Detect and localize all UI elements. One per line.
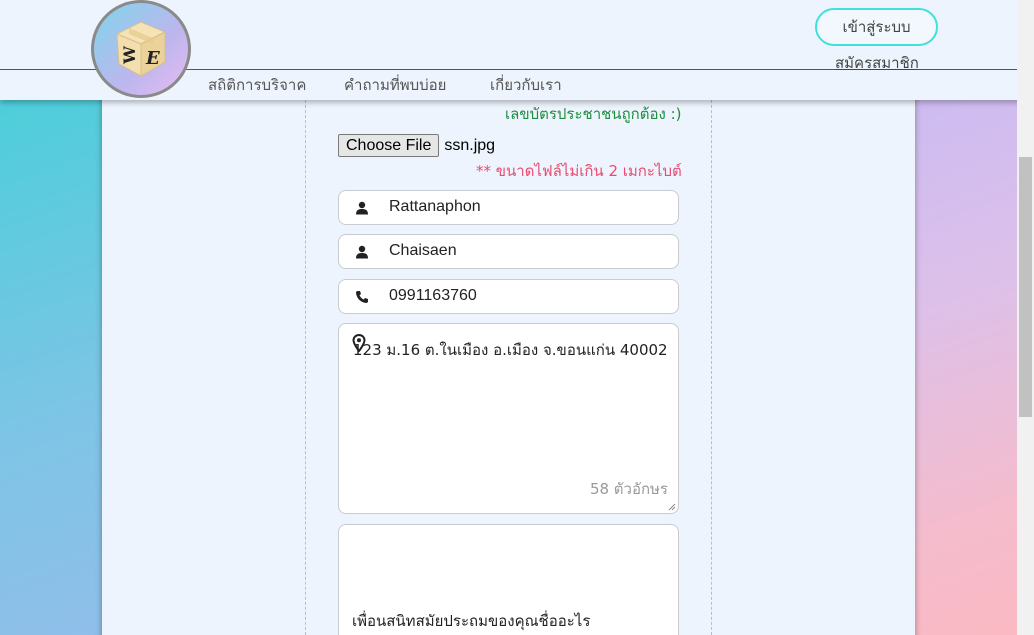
security-question-select[interactable]: เพื่อนสนิทสมัยประถมของคุณชื่ออะไร (338, 524, 679, 635)
box-logo-icon: W E (115, 21, 167, 77)
phone-icon (356, 291, 368, 303)
security-question-value: เพื่อนสนิทสมัยประถมของคุณชื่ออะไร (352, 612, 591, 630)
resize-grip-icon[interactable] (668, 503, 676, 511)
user-icon (356, 245, 368, 259)
file-size-note: ** ขนาดไฟล์ไม่เกิน 2 เมกะไบต์ (476, 162, 682, 180)
nav-donation-stats[interactable]: สถิติการบริจาค (208, 73, 306, 97)
file-name: ssn.jpg (444, 136, 496, 154)
login-button[interactable]: เข้าสู่ระบบ (815, 8, 938, 46)
phone-field[interactable]: 0991163760 (338, 279, 679, 314)
logo-letter-e: E (145, 48, 160, 69)
choose-file-button[interactable]: Choose File (338, 134, 440, 157)
register-link[interactable]: สมัครสมาชิก (835, 51, 919, 75)
first-name-value: Rattanaphon (389, 198, 481, 215)
last-name-value: Chaisaen (389, 242, 457, 259)
user-icon (356, 201, 368, 215)
address-value: 123 ม.16 ต.ในเมือง อ.เมือง จ.ขอนแก่น 400… (353, 341, 668, 359)
page-scrollbar[interactable] (1017, 0, 1034, 635)
file-upload: Choose File ssn.jpg (338, 134, 495, 157)
first-name-field[interactable]: Rattanaphon (338, 190, 679, 225)
ssn-valid-message: เลขบัตรประชาชนถูกต้อง :) (505, 105, 682, 123)
logo-letter-w: W (120, 45, 139, 65)
scrollbar-thumb[interactable] (1019, 157, 1032, 417)
nav-about[interactable]: เกี่ยวกับเรา (490, 73, 562, 97)
nav-faq[interactable]: คำถามที่พบบ่อย (344, 73, 446, 97)
site-logo[interactable]: W E (91, 0, 191, 98)
last-name-field[interactable]: Chaisaen (338, 234, 679, 269)
address-char-count: 58 ตัวอักษร (589, 480, 668, 498)
phone-value: 0991163760 (389, 287, 477, 304)
address-textarea[interactable]: 123 ม.16 ต.ในเมือง อ.เมือง จ.ขอนแก่น 400… (338, 323, 679, 514)
